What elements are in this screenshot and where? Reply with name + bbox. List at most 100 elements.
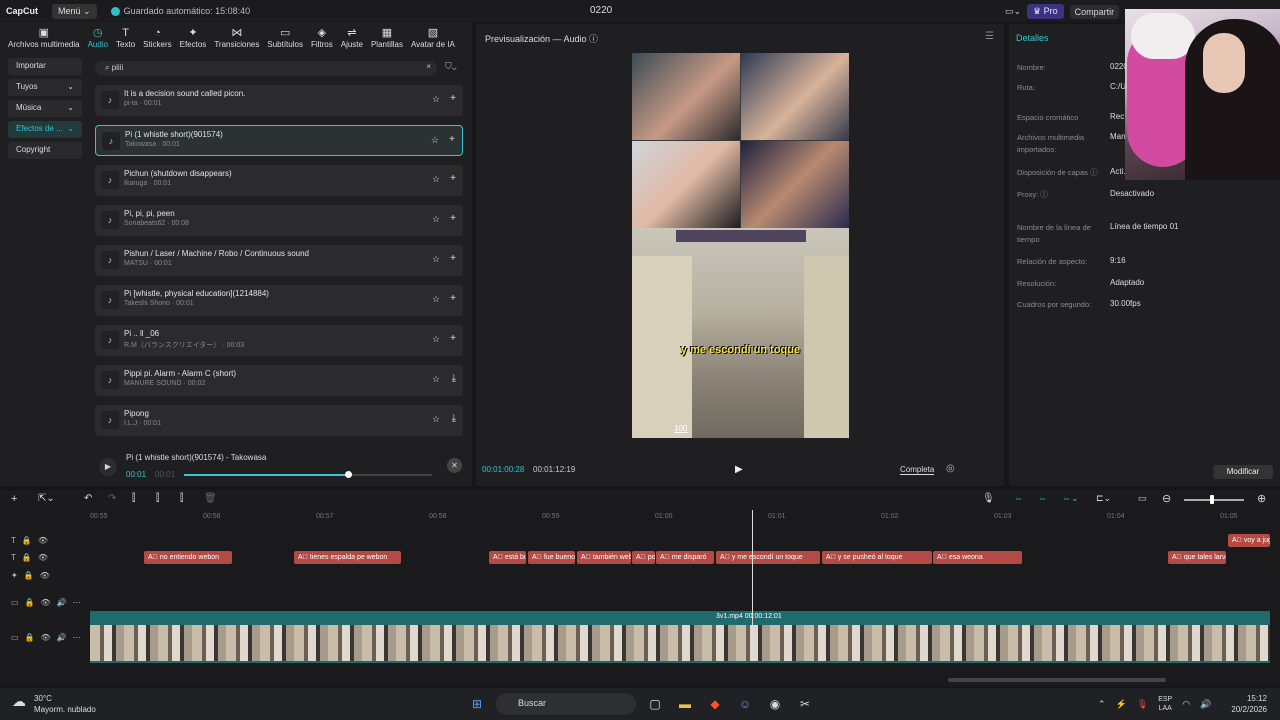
clock[interactable]: 15:12 20/2/2026 — [1225, 693, 1267, 715]
modify-button[interactable]: Modificar — [1213, 465, 1273, 479]
subtitle-clip[interactable]: A⃞ y se pusheó al toque — [822, 551, 932, 564]
clear-icon[interactable]: × — [426, 62, 431, 71]
video-clip[interactable]: 3v1.mp4 00:00:12:01 — [90, 611, 1270, 663]
add-icon[interactable]: + — [450, 253, 456, 264]
subtitle-clip[interactable]: A⃞ esa weona — [933, 551, 1022, 564]
filter-icon[interactable]: ⛉⌄ — [445, 61, 457, 72]
sound-item[interactable]: ♪ Pichun (shutdown disappears) Ikaruga · 0… — [95, 165, 463, 196]
tab-transiciones[interactable]: ⋈ Transiciones — [210, 26, 263, 52]
add-icon[interactable]: + — [450, 173, 456, 184]
category-item[interactable]: Música ⌄ — [8, 100, 82, 117]
video-track-controls[interactable]: ▭🔒👁🔊⋯ — [11, 633, 87, 642]
download-icon[interactable]: ⤓ — [452, 373, 456, 384]
start-icon[interactable]: ⊞ — [466, 693, 488, 715]
zoom-slider[interactable] — [1184, 499, 1244, 501]
magnet-icon[interactable]: ⇔ — [1038, 493, 1047, 503]
screenshot-icon[interactable]: ◎ — [946, 463, 955, 474]
sound-item[interactable]: ♪ Pi, pi, pi, peen Sonabeats62 · 00:08 ☆ + — [95, 205, 463, 236]
subtitle-clip[interactable]: A⃞ fue bueno — [528, 551, 575, 564]
file-explorer-icon[interactable]: ▬ — [674, 693, 696, 715]
add-icon[interactable]: + — [450, 293, 456, 304]
wifi-icon[interactable]: ◠ — [1182, 699, 1190, 710]
microphone-icon[interactable]: 🎙 — [982, 493, 995, 504]
sound-item[interactable]: ♪ Pi .. ll _06 R.M（バランスクリエイター） · 00:03 ☆ + — [95, 325, 463, 356]
network-icon[interactable]: ⚡ — [1116, 699, 1127, 710]
quality-mode[interactable]: Completa — [900, 465, 935, 475]
tab-ajuste[interactable]: ⇌ Ajuste — [337, 26, 367, 52]
player-progress-knob[interactable] — [344, 471, 352, 478]
capcut-icon[interactable]: ✂ — [794, 693, 816, 715]
zoom-in-icon[interactable]: ⊕ — [1257, 492, 1266, 505]
redo-icon[interactable]: ↷ — [108, 493, 116, 504]
favorite-icon[interactable]: ☆ — [432, 294, 440, 305]
category-item[interactable]: Copyright — [8, 142, 82, 159]
menu-icon[interactable]: ☰ — [985, 31, 994, 42]
chevron-up-icon[interactable]: ⌃ — [1098, 699, 1106, 710]
preview-axis-icon[interactable]: ⊏⌄ — [1096, 493, 1111, 504]
video-frame[interactable]: y me escondí un toque 100 — [632, 53, 849, 438]
tab-texto[interactable]: T Texto — [112, 26, 139, 52]
play-button[interactable]: ▶ — [735, 464, 743, 475]
audio-track-controls[interactable]: ▭🔒👁🔊⋯ — [11, 598, 87, 607]
subtitle-clip[interactable]: A⃞ po — [632, 551, 655, 564]
subtitle-clip[interactable]: A⃞ tienes espalda pe webon — [294, 551, 401, 564]
play-icon[interactable]: ▶ — [99, 458, 117, 476]
tab-subtítulos[interactable]: ▭ Subtítulos — [263, 26, 307, 52]
text-track-controls[interactable]: T🔒👁 — [11, 536, 54, 545]
subtitle-clip[interactable]: A⃞ está bu — [489, 551, 526, 564]
undo-icon[interactable]: ↶ — [84, 493, 92, 504]
menu-button[interactable]: Menú ⌄ — [52, 3, 97, 19]
add-icon[interactable]: + — [450, 93, 456, 104]
volume-icon[interactable]: 🔊 — [1200, 699, 1211, 710]
tab-plantillas[interactable]: ▦ Plantillas — [367, 26, 407, 52]
add-icon[interactable]: + — [450, 213, 456, 224]
sound-item[interactable]: ♪ Pippi pi. Alarm - Alarm C (short) MANURE… — [95, 365, 463, 396]
brave-icon[interactable]: ◆ — [704, 693, 726, 715]
delete-icon[interactable]: 🗑 — [204, 493, 217, 504]
tab-audio[interactable]: ◷ Audio — [84, 26, 112, 52]
timeline-ruler[interactable]: 00:55 00:56 00:57 00:58 00:59 01:00 01:01 01:02… — [90, 511, 1280, 523]
add-icon[interactable]: + — [11, 493, 17, 505]
zoom-slider-knob[interactable] — [1210, 495, 1214, 504]
favorite-icon[interactable]: ☆ — [432, 214, 440, 225]
tab-filtros[interactable]: ◈ Filtros — [307, 26, 337, 52]
sound-item[interactable]: ♪ Pi [whistle, physical education](121488… — [95, 285, 463, 316]
share-button[interactable]: Compartir — [1069, 4, 1120, 19]
favorite-icon[interactable]: ☆ — [431, 135, 439, 146]
favorite-icon[interactable]: ☆ — [432, 254, 440, 265]
discord-icon[interactable]: ☺ — [734, 693, 756, 715]
select-icon[interactable]: ⇱⌄ — [38, 493, 55, 504]
text-track-controls[interactable]: T🔒👁 — [11, 553, 54, 562]
tab-stickers[interactable]: ◔ Stickers — [139, 26, 175, 52]
link-icon[interactable]: ⇔ — [1014, 493, 1023, 503]
subtitle-clip[interactable]: A⃞ que tales larva — [1168, 551, 1226, 564]
mic-icon[interactable]: 🎙 — [1137, 699, 1148, 710]
add-icon[interactable]: + — [450, 333, 456, 344]
category-item[interactable]: Efectos de ... ⌄ — [8, 121, 82, 138]
taskbar-search[interactable]: Buscar — [496, 693, 636, 715]
sound-item[interactable]: ♪ Pipong I.L.J · 00:01 ☆ ⤓ — [95, 405, 463, 436]
effect-track-controls[interactable]: ✦🔒👁 — [11, 571, 56, 580]
pro-button[interactable]: ♛ Pro — [1027, 4, 1064, 19]
subtitle-clip[interactable]: A⃞ voy a juga — [1228, 534, 1270, 547]
obs-icon[interactable]: ◉ — [764, 693, 786, 715]
playhead[interactable] — [752, 510, 753, 660]
favorite-icon[interactable]: ☆ — [432, 174, 440, 185]
subtitle-clip[interactable]: A⃞ y me escondí un toque — [716, 551, 820, 564]
trim-left-icon[interactable]: ⫿ — [156, 493, 159, 504]
favorite-icon[interactable]: ☆ — [432, 414, 440, 425]
task-view-icon[interactable]: ▢ — [644, 693, 666, 715]
weather-widget[interactable]: ☁ 30°C Mayorm. nublado — [12, 693, 96, 715]
download-icon[interactable]: ⤓ — [452, 413, 456, 424]
sound-item[interactable]: ♪ Pi (1 whistle short)(901574) Takowasa · … — [95, 125, 463, 156]
subtitle-clip[interactable]: A⃞ me disparó — [656, 551, 714, 564]
category-item[interactable]: Importar — [8, 58, 82, 75]
search-input[interactable]: ⌕ piiii × — [95, 61, 437, 76]
favorite-icon[interactable]: ☆ — [432, 334, 440, 345]
sound-item[interactable]: ♪ It is a decision sound called picon. pi-… — [95, 85, 463, 116]
tab-archivos-multimedia[interactable]: ▣ Archivos multimedia — [4, 26, 84, 52]
favorite-icon[interactable]: ☆ — [432, 374, 440, 385]
split-icon[interactable]: ⫿ — [132, 493, 135, 504]
language-indicator[interactable]: ESP LAA — [1158, 695, 1172, 713]
tab-avatar-de-ia[interactable]: ▧ Avatar de IA — [407, 26, 459, 52]
